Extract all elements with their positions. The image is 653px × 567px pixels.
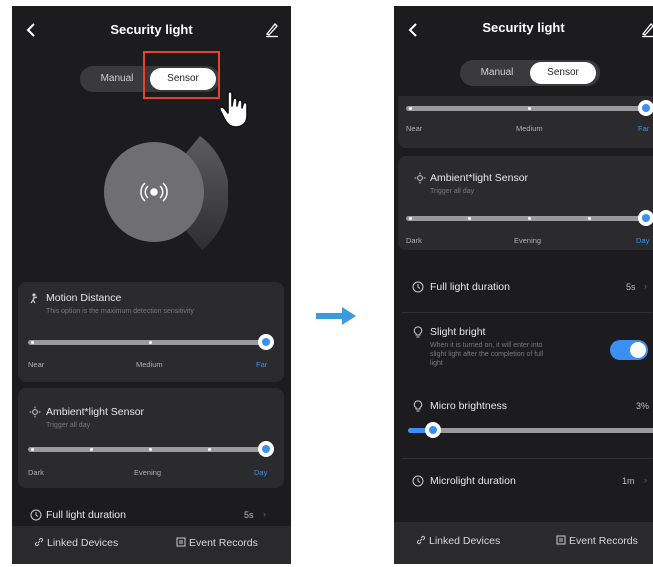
ambient-light-card: Ambient*light Sensor Trigger all day Dar… [18,388,284,488]
clock-icon [412,475,424,487]
ambient-label-dark: Dark [406,236,422,245]
ambient-slider[interactable] [406,210,653,226]
linked-devices-button[interactable]: Linked Devices [34,537,118,549]
slider-stop [31,448,34,451]
linked-devices-button[interactable]: Linked Devices [416,535,500,547]
link-icon [34,537,44,547]
slight-bright-desc-2: slight light after the completion of ful… [430,351,544,358]
clock-icon [30,509,42,521]
microlight-duration-value: 1m [622,476,635,486]
slight-bright-desc-1: When it is turned on, it will enter into [430,342,543,349]
full-light-title: Full light duration [46,509,126,521]
sensor-option[interactable]: Sensor [530,62,596,84]
edit-pencil-icon[interactable] [639,20,653,38]
ambient-label-dark: Dark [28,468,44,477]
ambient-subtitle: Trigger all day [430,188,475,195]
ambient-title: Ambient*light Sensor [430,172,529,184]
motion-distance-slider[interactable] [406,100,653,116]
full-light-value: 5s [244,510,254,520]
top-bar: Security light [394,6,653,54]
bulb-icon [413,326,423,338]
slider-thumb[interactable] [424,422,441,438]
slider-stop [31,341,34,344]
ambient-label-evening: Evening [514,236,542,245]
slider-stop [588,217,591,220]
slider-stop [149,448,152,451]
chevron-right-icon: › [263,509,266,519]
bottom-bar: Linked Devices Event Records [394,522,653,564]
event-records-button[interactable]: Event Records [176,537,258,549]
chevron-right-icon: › [644,475,647,485]
sensor-range-graphic [104,136,228,250]
record-icon [556,535,566,545]
ambient-label-day: Day [254,468,268,477]
right-arrow-icon [316,307,356,325]
motion-distance-slider[interactable] [28,334,274,350]
distance-label-medium: Medium [136,360,163,369]
phone-screen-after: Security light Manual Sensor Near Medium… [394,6,653,564]
full-light-duration-row[interactable]: Full light duration 5s › [398,274,653,302]
chevron-right-icon: › [644,281,647,291]
bottom-bar: Linked Devices Event Records [12,526,291,564]
slider-thumb[interactable] [258,334,274,350]
distance-label-near: Near [406,124,423,133]
distance-label-near: Near [28,360,45,369]
sensor-highlight-box [143,51,220,99]
ambient-title: Ambient*light Sensor [46,406,145,418]
motion-distance-subtitle: This option is the maximum detection sen… [46,308,194,315]
motion-distance-title: Motion Distance [46,292,122,304]
slider-stop [90,448,93,451]
full-light-value: 5s [626,282,636,292]
motion-distance-card: Near Medium Far [398,96,653,148]
slider-thumb[interactable] [638,100,653,116]
ambient-light-card: Ambient*light Sensor Trigger all day Dar… [398,156,653,250]
slight-bright-row: Slight bright When it is turned on, it w… [398,318,653,384]
slider-stop [208,448,211,451]
slider-stop [409,217,412,220]
top-bar: Security light [12,6,291,54]
slider-stop [528,107,531,110]
bulb-icon [413,400,423,412]
slight-bright-desc-3: light [430,360,443,367]
micro-brightness-title: Micro brightness [430,400,508,412]
full-light-title: Full light duration [430,281,510,293]
page-title: Security light [482,20,565,35]
clock-icon [412,281,424,293]
distance-label-far: Far [256,360,268,369]
slider-stop [409,107,412,110]
divider [402,312,652,313]
distance-label-far: Far [638,124,650,133]
motion-sensor-icon [30,293,38,304]
manual-option[interactable]: Manual [86,66,148,92]
link-icon [416,535,426,545]
micro-brightness-value: 3% [636,401,650,411]
micro-brightness-slider[interactable] [408,422,653,438]
slider-thumb[interactable] [638,210,653,226]
edit-pencil-icon[interactable] [263,20,281,38]
manual-option[interactable]: Manual [466,60,528,86]
sun-icon [29,406,41,418]
ambient-slider[interactable] [28,441,274,457]
distance-label-medium: Medium [516,124,543,133]
event-records-button[interactable]: Event Records [556,535,638,547]
slight-bright-title: Slight bright [430,326,486,338]
micro-brightness-row: Micro brightness 3% [398,394,653,444]
record-icon [176,537,186,547]
slider-stop [468,217,471,220]
microlight-duration-row[interactable]: Microlight duration 1m › [398,468,653,496]
mode-toggle: Manual Sensor [460,60,600,86]
motion-distance-card: Motion Distance This option is the maxim… [18,282,284,382]
hand-pointer-icon [219,90,248,128]
ambient-label-day: Day [636,236,650,245]
ambient-label-evening: Evening [134,468,162,477]
slider-stop [528,217,531,220]
sun-icon [414,172,426,184]
ambient-subtitle: Trigger all day [46,422,91,429]
slight-bright-toggle[interactable] [610,340,648,360]
divider [402,458,652,459]
microlight-duration-title: Microlight duration [430,475,516,487]
page-title: Security light [110,22,193,37]
slider-thumb[interactable] [258,441,274,457]
slider-stop [149,341,152,344]
